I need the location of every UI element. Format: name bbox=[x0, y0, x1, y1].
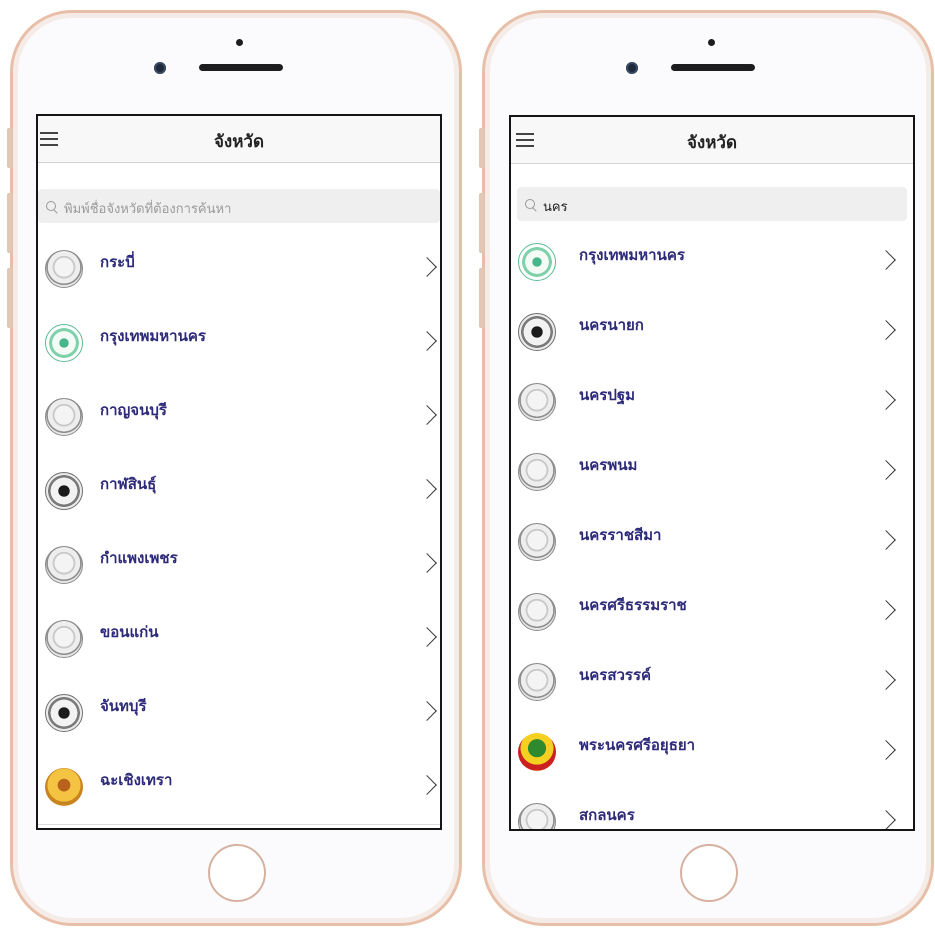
province-seal-icon bbox=[45, 398, 83, 436]
province-name: สกลนคร bbox=[579, 806, 635, 824]
chevron-right-icon bbox=[417, 627, 437, 647]
province-row[interactable]: นครราชสีมา bbox=[511, 507, 913, 578]
province-row[interactable]: นครปฐม bbox=[511, 367, 913, 438]
province-name: นครสวรรค์ bbox=[579, 666, 652, 684]
province-row[interactable]: นครนายก bbox=[511, 297, 913, 368]
province-seal-icon bbox=[518, 453, 556, 491]
front-camera bbox=[626, 62, 638, 74]
province-name: จันทบุรี bbox=[100, 697, 147, 715]
province-row[interactable]: กาญจนบุรี bbox=[38, 380, 440, 455]
province-row[interactable]: กรุงเทพมหานคร bbox=[38, 306, 440, 381]
search-icon bbox=[525, 199, 535, 209]
search-input[interactable]: นคร bbox=[517, 187, 907, 221]
province-row[interactable]: จันทบุรี bbox=[38, 676, 440, 751]
side-button bbox=[479, 268, 484, 328]
province-seal-icon bbox=[518, 313, 556, 351]
chevron-right-icon bbox=[876, 740, 896, 760]
chevron-right-icon bbox=[417, 775, 437, 795]
search-placeholder: พิมพ์ชื่อจังหวัดที่ต้องการค้นหา bbox=[64, 202, 232, 217]
chevron-right-icon bbox=[876, 530, 896, 550]
phone-frame-left: จังหวัด พิมพ์ชื่อจังหวัดที่ต้องการค้นหา … bbox=[7, 10, 462, 926]
province-seal-icon bbox=[518, 523, 556, 561]
chevron-right-icon bbox=[876, 600, 896, 620]
chevron-right-icon bbox=[417, 553, 437, 573]
phone-frame-right: จังหวัด นคร กรุงเทพมหานครนครนายกนครปฐมนค… bbox=[479, 10, 934, 926]
province-seal-icon bbox=[518, 383, 556, 421]
home-button[interactable] bbox=[208, 844, 266, 902]
province-name: นครพนม bbox=[579, 456, 638, 474]
chevron-right-icon bbox=[876, 320, 896, 340]
province-seal-icon bbox=[45, 472, 83, 510]
chevron-right-icon bbox=[417, 479, 437, 499]
province-seal-icon bbox=[45, 694, 83, 732]
province-seal-icon bbox=[518, 663, 556, 701]
province-name: กระบี่ bbox=[100, 253, 135, 271]
province-seal-icon bbox=[518, 243, 556, 281]
nav-bar: จังหวัด bbox=[38, 116, 440, 163]
search-value: นคร bbox=[543, 200, 568, 215]
province-name: นครราชสีมา bbox=[579, 526, 662, 544]
earpiece-speaker bbox=[671, 64, 755, 71]
proximity-sensor bbox=[236, 39, 243, 46]
screen-left: จังหวัด พิมพ์ชื่อจังหวัดที่ต้องการค้นหา … bbox=[36, 114, 442, 830]
province-name: นครนายก bbox=[579, 316, 644, 334]
province-name: กรุงเทพมหานคร bbox=[100, 327, 206, 345]
province-name: ขอนแก่น bbox=[100, 623, 159, 641]
search-icon bbox=[46, 201, 56, 211]
province-seal-icon bbox=[518, 733, 556, 771]
side-button bbox=[479, 128, 484, 168]
province-name: กาญจนบุรี bbox=[100, 401, 167, 419]
province-row[interactable]: กาฬสินธุ์ bbox=[38, 454, 440, 529]
chevron-right-icon bbox=[417, 405, 437, 425]
chevron-right-icon bbox=[876, 810, 896, 829]
province-row[interactable]: นครพนม bbox=[511, 437, 913, 508]
home-button[interactable] bbox=[680, 844, 738, 902]
province-name: กำแพงเพชร bbox=[100, 549, 178, 567]
province-seal-icon bbox=[45, 250, 83, 288]
province-row[interactable]: นครสวรรค์ bbox=[511, 647, 913, 718]
province-row[interactable]: กำแพงเพชร bbox=[38, 528, 440, 603]
province-name: ฉะเชิงเทรา bbox=[100, 771, 173, 789]
nav-bar: จังหวัด bbox=[511, 117, 913, 164]
province-name: นครปฐม bbox=[579, 386, 636, 404]
proximity-sensor bbox=[708, 39, 715, 46]
province-name: กาฬสินธุ์ bbox=[100, 475, 157, 493]
side-button bbox=[7, 268, 12, 328]
side-button bbox=[479, 193, 484, 253]
province-row[interactable]: ขอนแก่น bbox=[38, 602, 440, 677]
chevron-right-icon bbox=[417, 701, 437, 721]
province-row[interactable]: พระนครศรีอยุธยา bbox=[511, 717, 913, 788]
side-button bbox=[7, 193, 12, 253]
province-seal-icon bbox=[45, 324, 83, 362]
province-seal-icon bbox=[518, 593, 556, 631]
nav-title: จังหวัด bbox=[686, 133, 738, 153]
chevron-right-icon bbox=[417, 257, 437, 277]
front-camera bbox=[154, 62, 166, 74]
side-button bbox=[7, 128, 12, 168]
chevron-right-icon bbox=[876, 250, 896, 270]
province-name: กรุงเทพมหานคร bbox=[579, 246, 685, 264]
province-row[interactable]: กรุงเทพมหานคร bbox=[511, 227, 913, 298]
screen-right: จังหวัด นคร กรุงเทพมหานครนครนายกนครปฐมนค… bbox=[509, 115, 915, 831]
earpiece-speaker bbox=[199, 64, 283, 71]
chevron-right-icon bbox=[876, 670, 896, 690]
chevron-right-icon bbox=[876, 460, 896, 480]
chevron-right-icon bbox=[876, 390, 896, 410]
province-row[interactable]: สกลนคร bbox=[511, 787, 913, 829]
nav-title: จังหวัด bbox=[213, 132, 265, 152]
province-row[interactable]: ฉะเชิงเทรา bbox=[38, 750, 440, 825]
province-row[interactable]: นครศรีธรรมราช bbox=[511, 577, 913, 648]
province-seal-icon bbox=[45, 768, 83, 806]
province-seal-icon bbox=[45, 546, 83, 584]
province-seal-icon bbox=[45, 620, 83, 658]
chevron-right-icon bbox=[417, 331, 437, 351]
search-input[interactable]: พิมพ์ชื่อจังหวัดที่ต้องการค้นหา bbox=[38, 189, 440, 223]
province-name: พระนครศรีอยุธยา bbox=[579, 736, 696, 754]
province-row[interactable]: กระบี่ bbox=[38, 232, 440, 307]
province-seal-icon bbox=[518, 803, 556, 829]
province-name: นครศรีธรรมราช bbox=[579, 596, 687, 614]
